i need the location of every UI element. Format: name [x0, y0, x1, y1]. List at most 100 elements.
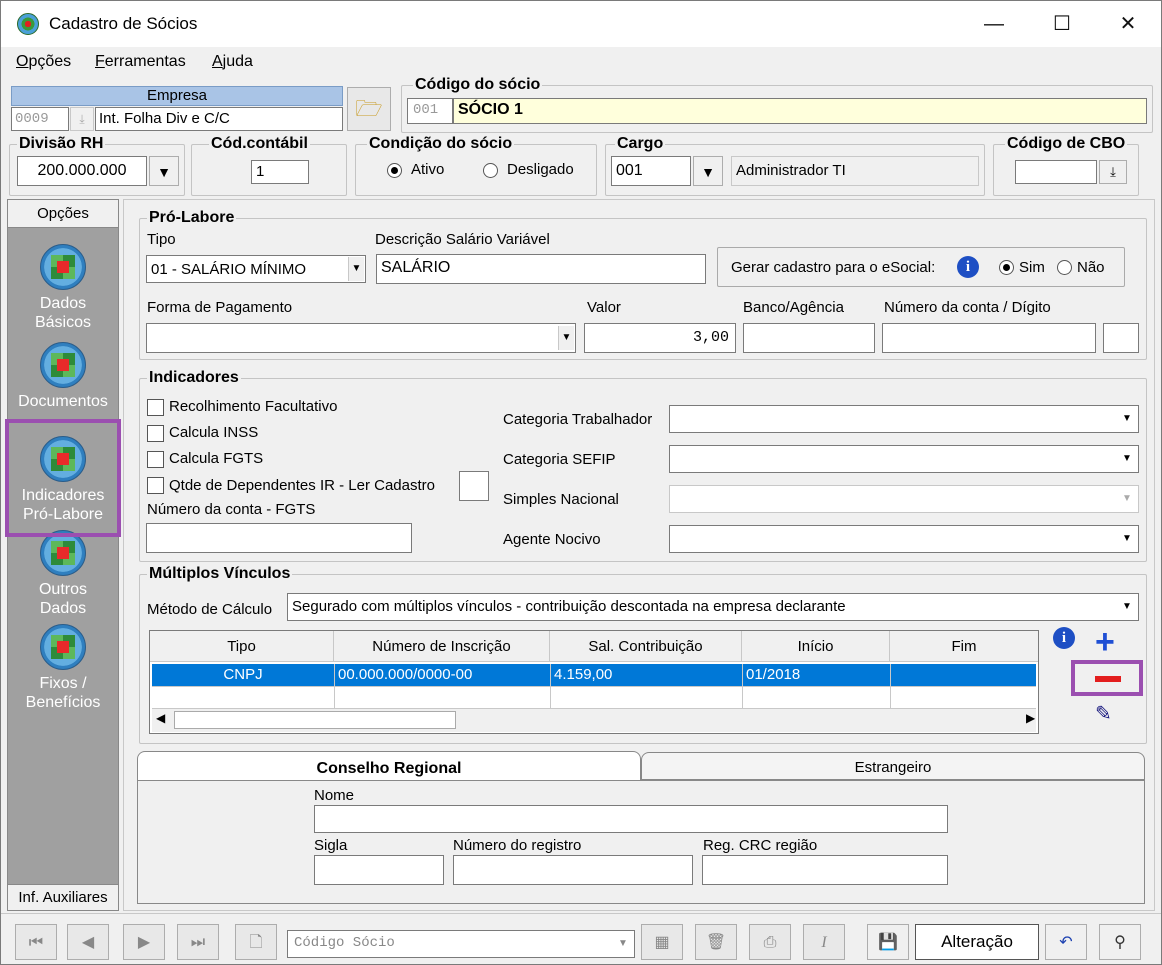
vinculos-info-icon[interactable]: i — [1053, 627, 1075, 649]
metodo-calculo-dropdown-icon[interactable]: ▼ — [1119, 595, 1135, 619]
categoria-trabalhador-select[interactable] — [669, 405, 1139, 433]
tab-estrangeiro[interactable]: Estrangeiro — [641, 752, 1145, 780]
cargo-dropdown-icon[interactable]: ▼ — [693, 156, 723, 186]
next-record-icon[interactable]: ▶ — [123, 924, 165, 960]
close-button[interactable]: ✕ — [1105, 9, 1151, 39]
undo-icon[interactable]: ↶ — [1045, 924, 1087, 960]
esocial-sim-radio[interactable] — [999, 260, 1014, 275]
col-header-sal[interactable]: Sal. Contribuição — [550, 631, 742, 662]
col-header-tipo[interactable]: Tipo — [150, 631, 334, 662]
desc-salario-field[interactable]: SALÁRIO — [376, 254, 706, 284]
remove-icon[interactable] — [1095, 676, 1121, 682]
sigla-field[interactable] — [314, 855, 444, 885]
categoria-sefip-dropdown-icon[interactable]: ▼ — [1119, 447, 1135, 471]
sidebar: Opções Dados Básicos Documentos Indicado… — [7, 199, 119, 911]
report-icon[interactable]: ▦ — [641, 924, 683, 960]
ativo-label: Ativo — [411, 161, 445, 178]
minimize-button[interactable]: — — [971, 9, 1017, 39]
esocial-nao-radio[interactable] — [1057, 260, 1072, 275]
prev-record-icon[interactable]: ◀ — [67, 924, 109, 960]
scroll-thumb[interactable] — [174, 711, 456, 729]
metodo-calculo-select[interactable]: Segurado com múltiplos vínculos - contri… — [287, 593, 1139, 621]
tipo-dropdown-icon[interactable]: ▼ — [348, 257, 364, 281]
forma-pagamento-select[interactable] — [146, 323, 576, 353]
sidebar-item-fixos-beneficios[interactable]: Fixos / Benefícios — [8, 624, 118, 712]
cbo-lookup-icon[interactable]: ⤓ — [1099, 160, 1127, 184]
sidebar-item-documentos[interactable]: Documentos — [8, 342, 118, 411]
scroll-right-icon[interactable]: ▶ — [1026, 711, 1035, 725]
edit-pencil-icon[interactable]: ✎ — [1095, 701, 1112, 726]
sidebar-footer-inf-auxiliares[interactable]: Inf. Auxiliares — [8, 884, 118, 910]
cell-sal: 4.159,00 — [554, 666, 613, 683]
first-record-icon[interactable]: ⏮ — [15, 924, 57, 960]
valor-field[interactable]: 3,00 — [584, 323, 736, 353]
maximize-button[interactable]: ☐ — [1039, 9, 1085, 39]
cell-tipo: CNPJ — [223, 666, 263, 683]
socio-name-field[interactable]: SÓCIO 1 — [453, 98, 1147, 124]
sidebar-item-outros-dados[interactable]: Outros Dados — [8, 530, 118, 618]
recolhimento-checkbox[interactable] — [147, 399, 164, 416]
cargo-label: Cargo — [615, 135, 666, 153]
divisao-dropdown-icon[interactable]: ▼ — [149, 156, 179, 186]
conta-fgts-field[interactable] — [146, 523, 412, 553]
agente-nocivo-dropdown-icon[interactable]: ▼ — [1119, 527, 1135, 551]
dependentes-checkbox[interactable] — [147, 477, 164, 494]
menu-opcoes[interactable]: Opções — [16, 53, 71, 71]
banco-agencia-field[interactable] — [743, 323, 875, 353]
calcula-inss-checkbox[interactable] — [147, 425, 164, 442]
mode-status: Alteração — [915, 924, 1039, 960]
cell-inicio: 01/2018 — [746, 666, 801, 683]
tab-content — [137, 780, 1145, 904]
codigo-socio-label: Código do sócio — [413, 76, 543, 94]
menu-ajuda[interactable]: Ajuda — [212, 53, 253, 71]
binoculars-icon[interactable]: ⚲ — [1099, 924, 1141, 960]
calcula-fgts-checkbox[interactable] — [147, 451, 164, 468]
search-dropdown-icon[interactable]: ▼ — [615, 932, 631, 956]
scroll-left-icon[interactable]: ◀ — [156, 711, 165, 725]
nome-field[interactable] — [314, 805, 948, 833]
tipo-select[interactable]: 01 - SALÁRIO MÍNIMO — [146, 255, 366, 283]
folder-open-icon[interactable]: 🗁 — [347, 87, 391, 131]
last-record-icon[interactable]: ⏭ — [177, 924, 219, 960]
empresa-label: Empresa — [11, 86, 343, 106]
col-header-inicio[interactable]: Início — [742, 631, 890, 662]
categoria-trabalhador-dropdown-icon[interactable]: ▼ — [1119, 407, 1135, 431]
socio-code-field[interactable]: 001 — [407, 98, 453, 124]
cod-contabil-field[interactable]: 1 — [251, 160, 309, 184]
esocial-info-icon[interactable]: i — [957, 256, 979, 278]
menu-ferramentas[interactable]: Ferramentas — [95, 53, 186, 71]
sidebar-item-dados-basicos[interactable]: Dados Básicos — [8, 244, 118, 332]
digito-field[interactable] — [1103, 323, 1139, 353]
sidebar-header: Opções — [8, 200, 118, 228]
desligado-label: Desligado — [507, 161, 574, 178]
add-icon[interactable]: + — [1095, 625, 1115, 659]
ativo-radio[interactable] — [387, 163, 402, 178]
crc-regiao-field[interactable] — [702, 855, 948, 885]
delete-icon[interactable]: 🗑 — [695, 924, 737, 960]
cargo-code-field[interactable]: 001 — [611, 156, 691, 186]
desligado-radio[interactable] — [483, 163, 498, 178]
italic-icon[interactable]: I — [803, 924, 845, 960]
col-header-fim[interactable]: Fim — [890, 631, 1038, 662]
numero-registro-field[interactable] — [453, 855, 693, 885]
empresa-lookup-icon[interactable]: ⤓ — [70, 107, 94, 131]
divisao-rh-field[interactable]: 200.000.000 — [17, 156, 147, 186]
col-header-inscricao[interactable]: Número de Inscrição — [334, 631, 550, 662]
vinculos-grid[interactable]: Tipo Número de Inscrição Sal. Contribuiç… — [149, 630, 1039, 734]
numero-conta-field[interactable] — [882, 323, 1096, 353]
indicadores-title: Indicadores — [147, 369, 241, 387]
agente-nocivo-select[interactable] — [669, 525, 1139, 553]
conta-fgts-label: Número da conta - FGTS — [147, 501, 316, 518]
print-icon[interactable]: ⎙ — [749, 924, 791, 960]
empresa-name-field[interactable]: Int. Folha Div e C/C — [95, 107, 343, 131]
save-icon[interactable]: 💾 — [867, 924, 909, 960]
sidebar-highlight-box — [5, 419, 121, 537]
search-input[interactable]: Código Sócio — [287, 930, 635, 958]
new-document-icon[interactable]: 🗋 — [235, 924, 277, 960]
forma-dropdown-icon[interactable]: ▼ — [558, 326, 574, 350]
dependentes-field[interactable] — [459, 471, 489, 501]
empresa-code-field[interactable]: 0009 — [11, 107, 69, 131]
tab-conselho-regional[interactable]: Conselho Regional — [137, 751, 641, 781]
cbo-field[interactable] — [1015, 160, 1097, 184]
categoria-sefip-select[interactable] — [669, 445, 1139, 473]
